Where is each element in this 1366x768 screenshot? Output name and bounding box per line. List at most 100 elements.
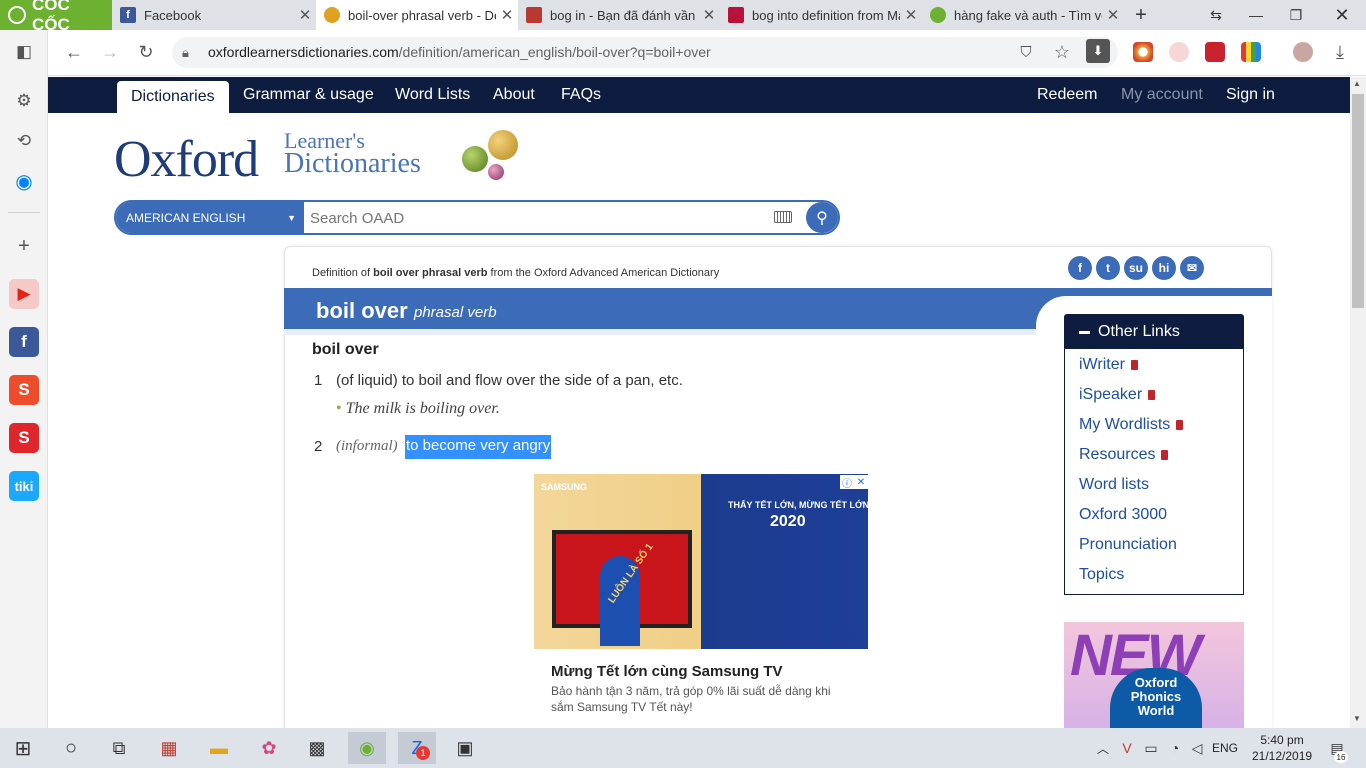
- downloads-icon[interactable]: ⤓: [1326, 38, 1354, 66]
- search-button[interactable]: ⚲: [806, 202, 838, 233]
- close-window-button[interactable]: ✕: [1322, 0, 1362, 30]
- search-input[interactable]: [310, 207, 760, 229]
- url-text[interactable]: oxfordlearnersdictionaries.com/definitio…: [208, 44, 711, 60]
- tab-search-icon[interactable]: ⇆: [1196, 0, 1236, 30]
- sense-number: 1: [314, 372, 323, 389]
- shopee-icon[interactable]: S: [9, 375, 39, 405]
- windows-start-icon[interactable]: ⊞: [6, 732, 40, 764]
- language-indicator[interactable]: ENG: [1212, 741, 1238, 755]
- forward-icon[interactable]: →: [96, 38, 124, 66]
- extension-color-icon[interactable]: [1241, 42, 1261, 62]
- cortana-search-icon[interactable]: ○: [54, 732, 88, 764]
- nav-about[interactable]: About: [493, 77, 535, 113]
- extension-red-icon[interactable]: [1205, 42, 1225, 62]
- close-tab-icon[interactable]: ✕: [900, 6, 922, 24]
- ad-headline: THẤY TẾT LỚN, MỪNG TẾT LỚN: [728, 500, 870, 510]
- scroll-up-icon[interactable]: ▲: [1353, 79, 1361, 88]
- history-icon[interactable]: ⟲: [9, 126, 39, 156]
- dictionary-select[interactable]: AMERICAN ENGLISH ▼: [116, 202, 304, 233]
- other-link-topics[interactable]: Topics: [1079, 566, 1124, 584]
- bookmark-star-icon[interactable]: ☆: [1048, 38, 1076, 66]
- other-link-word-lists[interactable]: Word lists: [1079, 476, 1149, 494]
- youtube-icon[interactable]: ▶: [9, 279, 39, 309]
- promo-phonics-badge: Oxford Phonics World: [1110, 668, 1202, 728]
- facebook-icon[interactable]: f: [9, 327, 39, 357]
- ad-body[interactable]: Bảo hành tận 3 năm, trả góp 0% lãi suất …: [551, 683, 851, 715]
- adchoices-icon[interactable]: ⓘ: [840, 475, 854, 490]
- logo-globe-gold-icon: [488, 130, 518, 160]
- tab-bog-in[interactable]: bog in - Bạn đã đánh vần đ ✕: [518, 0, 720, 30]
- nav-grammar-usage[interactable]: Grammar & usage: [243, 77, 374, 113]
- ad-brand: SAMSUNG: [541, 482, 588, 492]
- paint-app-icon[interactable]: ✿: [252, 732, 286, 764]
- lock-icon: [1148, 390, 1156, 400]
- lock-icon[interactable]: 🔒︎: [182, 45, 189, 61]
- oxford-favicon-icon: [324, 7, 340, 23]
- other-links-header[interactable]: Other Links: [1065, 315, 1243, 349]
- stumbleupon-share-icon[interactable]: su: [1124, 256, 1148, 280]
- system-clock[interactable]: 5:40 pm 21/12/2019: [1252, 732, 1312, 764]
- new-tab-button[interactable]: +: [1124, 0, 1158, 30]
- cambridge-favicon-icon: [526, 7, 542, 23]
- facebook-share-icon[interactable]: f: [1068, 256, 1092, 280]
- tab-facebook[interactable]: f Facebook ✕: [112, 0, 316, 30]
- tab-boil-over[interactable]: boil-over phrasal verb - Def ✕: [316, 0, 518, 30]
- keyboard-icon[interactable]: [774, 211, 792, 223]
- sense-number: 2: [314, 438, 323, 455]
- profile-avatar[interactable]: [1293, 42, 1313, 62]
- scroll-down-icon[interactable]: ▼: [1353, 714, 1361, 723]
- register-label: (informal): [336, 438, 398, 454]
- other-link-iwriter[interactable]: iWriter: [1079, 356, 1138, 374]
- tab-hang-fake[interactable]: hàng fake và auth - Tìm với ✕: [922, 0, 1124, 30]
- download-page-icon[interactable]: ⬇: [1086, 39, 1110, 63]
- tiki-icon[interactable]: tiki: [9, 471, 39, 501]
- other-link-ispeaker[interactable]: iSpeaker: [1079, 386, 1156, 404]
- close-tab-icon[interactable]: ✕: [1102, 6, 1124, 24]
- shield-icon[interactable]: ⛉: [1012, 38, 1040, 66]
- other-link-resources[interactable]: Resources: [1079, 446, 1169, 464]
- settings-gear-icon[interactable]: ⚙: [9, 86, 39, 116]
- close-tab-icon[interactable]: ✕: [294, 6, 316, 24]
- twitter-share-icon[interactable]: t: [1096, 256, 1120, 280]
- nav-my-account[interactable]: My account: [1121, 77, 1203, 113]
- add-shortcut-icon[interactable]: +: [9, 231, 39, 261]
- other-link-my-wordlists[interactable]: My Wordlists: [1079, 416, 1184, 434]
- sidebar-divider: [8, 212, 40, 213]
- reload-icon[interactable]: ↻: [132, 38, 160, 66]
- chevron-down-icon: ▼: [287, 212, 296, 223]
- adblock-extension-icon[interactable]: [1169, 42, 1189, 62]
- sidebar-toggle-icon[interactable]: ◧: [9, 37, 39, 67]
- other-link-oxford-3000[interactable]: Oxford 3000: [1079, 506, 1167, 524]
- volume-icon[interactable]: ◁: [1180, 732, 1214, 764]
- sticky-app-icon[interactable]: ▩: [300, 732, 334, 764]
- ad-title[interactable]: Mừng Tết lớn cùng Samsung TV: [551, 663, 783, 680]
- email-share-icon[interactable]: ✉: [1180, 256, 1204, 280]
- tab-bog-into[interactable]: bog into definition from Ma ✕: [720, 0, 922, 30]
- oxford-logo[interactable]: Oxford: [114, 130, 259, 189]
- hi5-share-icon[interactable]: hi: [1152, 256, 1176, 280]
- nav-sign-in[interactable]: Sign in: [1226, 77, 1275, 113]
- scrollbar-thumb[interactable]: [1352, 94, 1364, 308]
- ad-close-icon[interactable]: ✕: [854, 475, 868, 489]
- sendo-icon[interactable]: S: [9, 423, 39, 453]
- coccoc-taskbar-icon[interactable]: ◉: [348, 732, 386, 764]
- back-icon[interactable]: ←: [60, 38, 88, 66]
- restore-button[interactable]: ❐: [1276, 0, 1316, 30]
- nav-faqs[interactable]: FAQs: [561, 77, 601, 113]
- close-tab-icon[interactable]: ✕: [496, 6, 518, 24]
- close-tab-icon[interactable]: ✕: [698, 6, 720, 24]
- nav-redeem[interactable]: Redeem: [1037, 77, 1097, 113]
- messenger-icon[interactable]: ◉: [9, 166, 39, 196]
- minimize-button[interactable]: —: [1236, 0, 1276, 30]
- coccoc-menu-button[interactable]: CỐC CỐC: [0, 0, 112, 34]
- nav-word-lists[interactable]: Word Lists: [395, 77, 470, 113]
- other-link-pronunciation[interactable]: Pronunciation: [1079, 536, 1177, 554]
- extension-icon[interactable]: [1133, 42, 1153, 62]
- nav-dictionaries[interactable]: Dictionaries: [117, 81, 229, 113]
- taskbar-app-icon[interactable]: ▦: [152, 732, 186, 764]
- task-view-icon[interactable]: ⧉: [102, 732, 136, 764]
- bullet-icon: •: [336, 400, 342, 417]
- file-explorer-icon[interactable]: ▬: [202, 732, 236, 764]
- taskbar-app-icon-2[interactable]: ▣: [448, 732, 482, 764]
- ad-year: 2020: [770, 513, 806, 530]
